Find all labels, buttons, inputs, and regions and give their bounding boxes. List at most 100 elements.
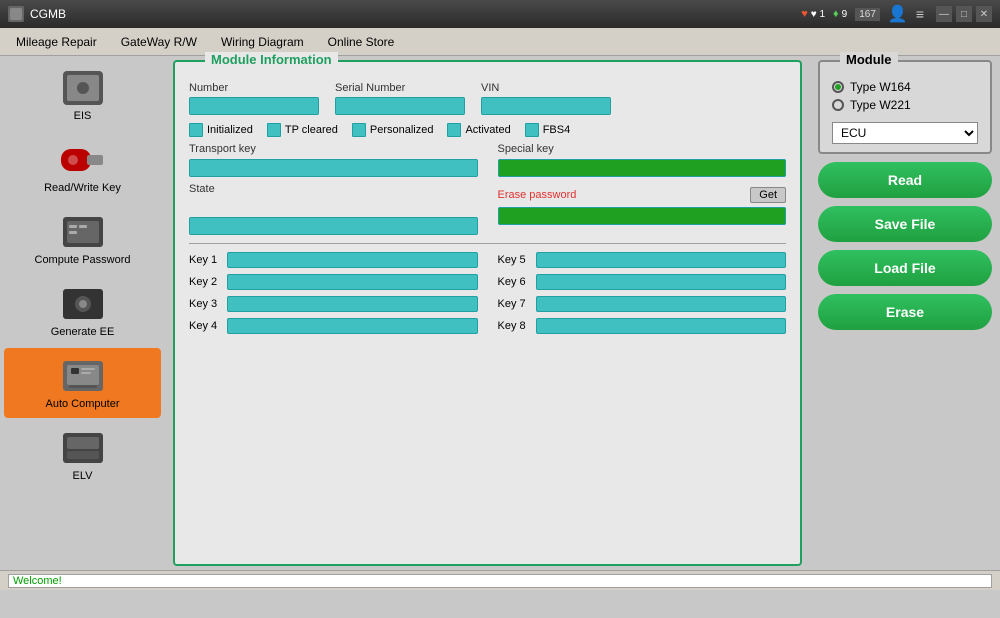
sidebar-readwrite-label: Read/Write Key — [44, 182, 121, 194]
top-fields-row: Number Serial Number VIN — [189, 82, 786, 115]
hearts-red: ♥ ♥ 1 — [801, 8, 825, 20]
transport-key-col: Transport key — [189, 143, 478, 177]
vin-label: VIN — [481, 82, 611, 94]
transport-key-input[interactable] — [189, 159, 478, 177]
sidebar-item-read-write-key[interactable]: Read/Write Key — [4, 132, 161, 202]
serial-field-group: Serial Number — [335, 82, 465, 115]
state-label: State — [189, 183, 478, 195]
status-bar: Welcome! — [0, 570, 1000, 590]
sidebar-item-generate-ee[interactable]: Generate EE — [4, 276, 161, 346]
key-2-label: Key 2 — [189, 276, 219, 288]
erase-button[interactable]: Erase — [818, 294, 992, 330]
key-4-input[interactable] — [227, 318, 478, 334]
fbs4-checkbox[interactable] — [525, 123, 539, 137]
state-col: State — [189, 183, 478, 235]
key-8-input[interactable] — [536, 318, 787, 334]
auto-computer-icon — [59, 356, 107, 396]
user-icon: 👤 — [888, 4, 908, 24]
key-1-input[interactable] — [227, 252, 478, 268]
special-key-label: Special key — [498, 143, 787, 155]
key-8-row: Key 8 — [498, 318, 787, 334]
status-message: Welcome! — [8, 574, 992, 588]
initialized-checkbox[interactable] — [189, 123, 203, 137]
vin-input[interactable] — [481, 97, 611, 115]
radio-type-w221-row[interactable]: Type W221 — [832, 98, 978, 112]
key-8-label: Key 8 — [498, 320, 528, 332]
key-2-input[interactable] — [227, 274, 478, 290]
radio-w221[interactable] — [832, 99, 844, 111]
state-erase-row: State Erase password Get — [189, 183, 786, 235]
close-button[interactable]: ✕ — [976, 6, 992, 22]
key-6-row: Key 6 — [498, 274, 787, 290]
module-box-title: Module — [840, 52, 898, 67]
key-2-row: Key 2 — [189, 274, 478, 290]
key-7-input[interactable] — [536, 296, 787, 312]
read-write-key-icon — [59, 140, 107, 180]
key-5-label: Key 5 — [498, 254, 528, 266]
number-input[interactable] — [189, 97, 319, 115]
maximize-button[interactable]: □ — [956, 6, 972, 22]
key-5-row: Key 5 — [498, 252, 787, 268]
radio-w164[interactable] — [832, 81, 844, 93]
checkbox-tp-cleared[interactable]: TP cleared — [267, 123, 338, 137]
state-input[interactable] — [189, 217, 478, 235]
menu-gateway-rw[interactable]: GateWay R/W — [109, 31, 209, 53]
erase-password-input[interactable] — [498, 207, 787, 225]
number-label: Number — [189, 82, 319, 94]
personalized-checkbox[interactable] — [352, 123, 366, 137]
save-file-button[interactable]: Save File — [818, 206, 992, 242]
sidebar-item-auto-computer[interactable]: Auto Computer — [4, 348, 161, 418]
tp-cleared-checkbox[interactable] — [267, 123, 281, 137]
key-7-label: Key 7 — [498, 298, 528, 310]
sidebar-auto-label: Auto Computer — [46, 398, 120, 410]
sidebar-compute-label: Compute Password — [35, 254, 131, 266]
hearts-green: ♦ 9 — [833, 8, 847, 20]
menu-wiring-diagram[interactable]: Wiring Diagram — [209, 31, 316, 53]
key-6-label: Key 6 — [498, 276, 528, 288]
tray-area: ♥ ♥ 1 ♦ 9 167 👤 ≡ — [801, 4, 924, 24]
center-panel: Module Information Number Serial Number … — [165, 56, 810, 570]
checkbox-fbs4[interactable]: FBS4 — [525, 123, 571, 137]
sidebar: EIS Read/Write Key — [0, 56, 165, 570]
main-content: EIS Read/Write Key — [0, 56, 1000, 570]
minimize-button[interactable]: — — [936, 6, 952, 22]
app-title: CGMB — [30, 7, 801, 21]
title-bar: CGMB ♥ ♥ 1 ♦ 9 167 👤 ≡ — □ ✕ — [0, 0, 1000, 28]
radio-type-w164-row[interactable]: Type W164 — [832, 80, 978, 94]
sidebar-item-elv[interactable]: ELV — [4, 420, 161, 490]
get-button[interactable]: Get — [750, 187, 786, 203]
key-3-row: Key 3 — [189, 296, 478, 312]
transport-key-label: Transport key — [189, 143, 478, 155]
key-4-row: Key 4 — [189, 318, 478, 334]
key-3-label: Key 3 — [189, 298, 219, 310]
special-key-col: Special key — [498, 143, 787, 177]
vin-field-group: VIN — [481, 82, 611, 115]
key-4-label: Key 4 — [189, 320, 219, 332]
key-fields-row: Transport key Special key — [189, 143, 786, 177]
sidebar-elv-label: ELV — [73, 470, 93, 482]
sidebar-item-compute-password[interactable]: Compute Password — [4, 204, 161, 274]
serial-input[interactable] — [335, 97, 465, 115]
counter-display: 167 — [855, 8, 880, 21]
key-5-input[interactable] — [536, 252, 787, 268]
erase-password-row: Erase password Get — [498, 187, 787, 203]
menu-online-store[interactable]: Online Store — [316, 31, 407, 53]
key-3-input[interactable] — [227, 296, 478, 312]
sidebar-item-eis[interactable]: EIS — [4, 60, 161, 130]
menu-icon: ≡ — [916, 6, 924, 22]
read-button[interactable]: Read — [818, 162, 992, 198]
module-select[interactable]: ECU BSM EZS — [832, 122, 978, 144]
radio-w221-label: Type W221 — [850, 98, 911, 112]
checkbox-personalized[interactable]: Personalized — [352, 123, 434, 137]
load-file-button[interactable]: Load File — [818, 250, 992, 286]
key-6-input[interactable] — [536, 274, 787, 290]
eis-icon — [59, 68, 107, 108]
special-key-input[interactable] — [498, 159, 787, 177]
sidebar-generate-label: Generate EE — [51, 326, 115, 338]
checkbox-initialized[interactable]: Initialized — [189, 123, 253, 137]
compute-password-icon — [59, 212, 107, 252]
menu-mileage-repair[interactable]: Mileage Repair — [4, 31, 109, 53]
activated-checkbox[interactable] — [447, 123, 461, 137]
checkbox-activated[interactable]: Activated — [447, 123, 510, 137]
key-7-row: Key 7 — [498, 296, 787, 312]
